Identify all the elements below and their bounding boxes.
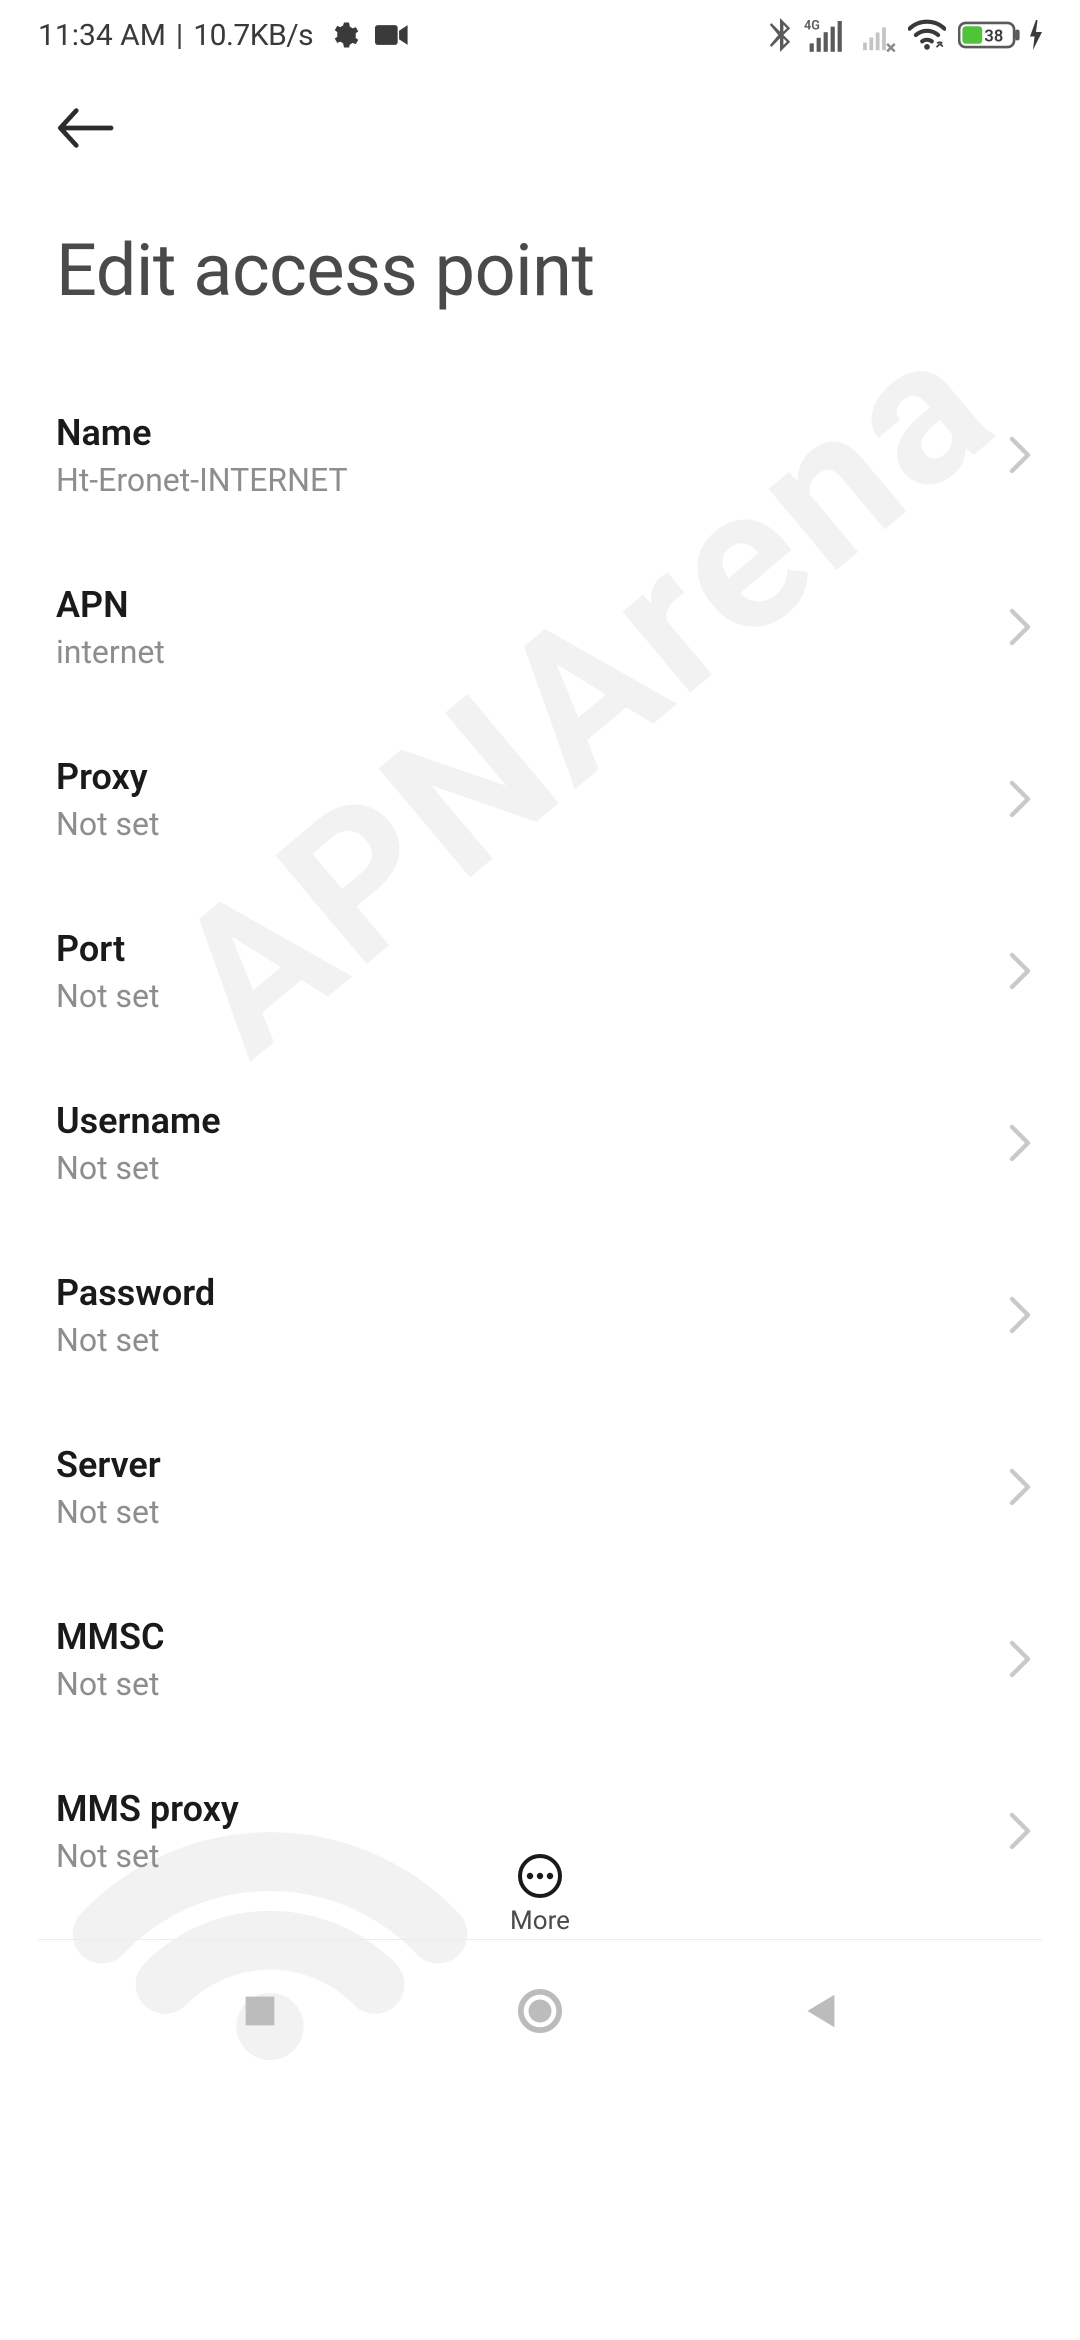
triangle-left-icon: [802, 1991, 838, 2031]
settings-list: Name Ht-Eronet-INTERNET APN internet Pro…: [0, 345, 1080, 1917]
page-title: Edit access point: [56, 160, 1024, 345]
chevron-right-icon: [1008, 1811, 1032, 1851]
row-name[interactable]: Name Ht-Eronet-INTERNET: [0, 369, 1080, 541]
row-value: Not set: [56, 975, 159, 1017]
row-label: MMSC: [56, 1613, 165, 1661]
row-value: Not set: [56, 1319, 215, 1361]
chevron-right-icon: [1008, 1295, 1032, 1335]
row-label: Server: [56, 1441, 161, 1489]
row-label: Port: [56, 925, 159, 973]
app-bar: Edit access point: [0, 70, 1080, 345]
row-value: Not set: [56, 1663, 165, 1705]
chevron-right-icon: [1008, 1123, 1032, 1163]
svg-text:4G: 4G: [804, 18, 820, 33]
more-label: More: [510, 1906, 570, 1936]
nav-recents-button[interactable]: [232, 1983, 288, 2039]
row-label: Name: [56, 409, 348, 457]
row-label: MMS proxy: [56, 1785, 239, 1833]
row-label: Proxy: [56, 753, 159, 801]
row-password[interactable]: Password Not set: [0, 1229, 1080, 1401]
row-label: APN: [56, 581, 165, 629]
row-proxy[interactable]: Proxy Not set: [0, 713, 1080, 885]
chevron-right-icon: [1008, 607, 1032, 647]
wifi-icon: [908, 19, 946, 51]
nav-back-button[interactable]: [792, 1983, 848, 2039]
status-net-speed: 10.7KB/s: [193, 18, 313, 53]
signal-nosim-icon: [858, 18, 896, 52]
row-value: Not set: [56, 1491, 161, 1533]
square-icon: [242, 1993, 278, 2029]
chevron-right-icon: [1008, 779, 1032, 819]
battery-icon: 38: [958, 19, 1044, 51]
arrow-left-icon: [56, 107, 114, 149]
chevron-right-icon: [1008, 1639, 1032, 1679]
status-time: 11:34 AM: [38, 18, 166, 53]
gear-icon: [329, 20, 359, 50]
row-value: internet: [56, 631, 165, 673]
camera-icon: [375, 23, 409, 47]
nav-home-button[interactable]: [512, 1983, 568, 2039]
chevron-right-icon: [1008, 951, 1032, 991]
system-nav-bar: [0, 1946, 1080, 2076]
row-value: Not set: [56, 1147, 221, 1189]
row-label: Username: [56, 1097, 221, 1145]
row-server[interactable]: Server Not set: [0, 1401, 1080, 1573]
more-button[interactable]: More: [0, 1852, 1080, 1936]
bluetooth-icon: [768, 18, 792, 52]
signal-4g-icon: 4G: [804, 18, 846, 52]
battery-pct: 38: [984, 28, 1003, 47]
row-apn[interactable]: APN internet: [0, 541, 1080, 713]
more-icon: [516, 1852, 564, 1900]
row-mmsc[interactable]: MMSC Not set: [0, 1573, 1080, 1745]
chevron-right-icon: [1008, 435, 1032, 475]
back-button[interactable]: [56, 96, 120, 160]
row-value: Not set: [56, 803, 159, 845]
row-port[interactable]: Port Not set: [0, 885, 1080, 1057]
status-separator: |: [176, 18, 183, 53]
divider: [38, 1939, 1042, 1940]
row-value: Ht-Eronet-INTERNET: [56, 459, 348, 501]
row-username[interactable]: Username Not set: [0, 1057, 1080, 1229]
circle-icon: [517, 1988, 563, 2034]
status-bar: 11:34 AM | 10.7KB/s 4G: [0, 0, 1080, 70]
chevron-right-icon: [1008, 1467, 1032, 1507]
row-label: Password: [56, 1269, 215, 1317]
